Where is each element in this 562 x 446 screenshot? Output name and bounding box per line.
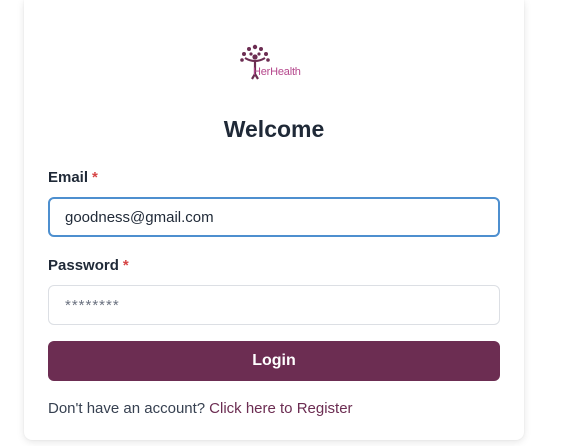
brand-logo: HerHealth [239, 44, 309, 80]
email-label: Email * [48, 169, 98, 186]
page: HerHealth Welcome Email* Password* Login… [0, 0, 562, 446]
email-label-text: Email [48, 169, 89, 186]
login-button[interactable]: Login [48, 341, 500, 381]
register-link[interactable]: Click here to Register [209, 400, 352, 417]
required-marker: * [92, 169, 98, 186]
brand-name: HerHealth [253, 66, 301, 78]
password-label: Password * [48, 257, 129, 274]
password-field[interactable] [48, 285, 500, 325]
register-prompt-row: Don't have an account? Click here to Regi… [48, 400, 353, 417]
login-card: HerHealth Welcome Email* Password* Login… [24, 0, 524, 440]
page-title: Welcome [223, 116, 325, 142]
register-prompt: Don't have an account? [48, 400, 206, 417]
password-label-text: Password [48, 257, 119, 274]
required-marker: * [122, 257, 129, 274]
email-field[interactable] [48, 197, 500, 237]
